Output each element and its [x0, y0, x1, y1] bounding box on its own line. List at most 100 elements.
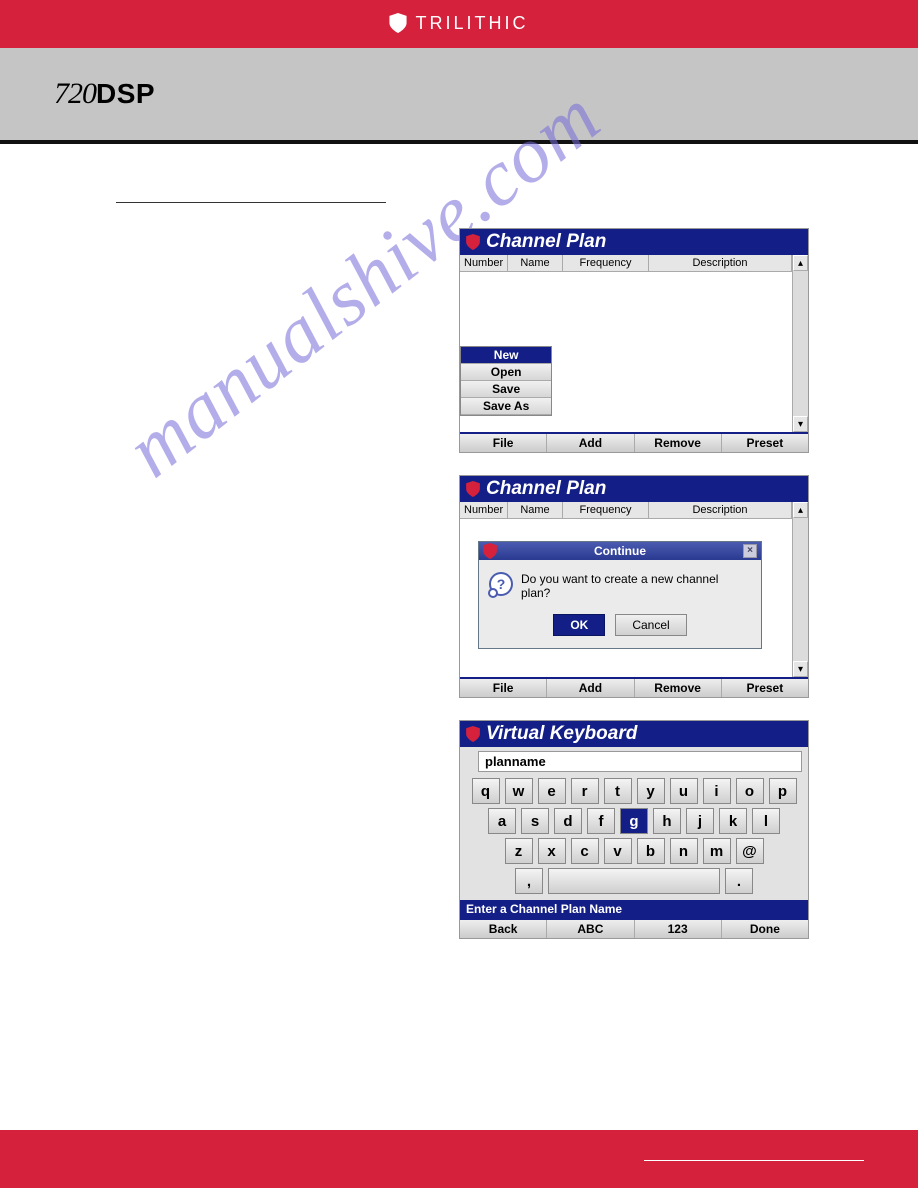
window-title: Channel Plan: [486, 478, 606, 500]
key-d[interactable]: d: [554, 808, 582, 834]
file-menu-popup: New Open Save Save As: [460, 346, 552, 416]
scroll-up-icon[interactable]: ▴: [793, 255, 808, 271]
key-f[interactable]: f: [587, 808, 615, 834]
model-number: 720: [54, 77, 96, 111]
key-n[interactable]: n: [670, 838, 698, 864]
screenshot-channel-plan-menu: Channel Plan Number Name Frequency Descr…: [459, 228, 809, 453]
scroll-down-icon[interactable]: ▾: [793, 416, 808, 432]
key-e[interactable]: e: [538, 778, 566, 804]
cancel-button[interactable]: Cancel: [615, 614, 686, 636]
scroll-up-icon[interactable]: ▴: [793, 502, 808, 518]
table-header-row: Number Name Frequency Description: [460, 255, 792, 272]
col-number[interactable]: Number: [460, 255, 508, 271]
key-l[interactable]: l: [752, 808, 780, 834]
window-title: Virtual Keyboard: [486, 723, 637, 745]
screenshot-channel-plan-dialog: Channel Plan Number Name Frequency Descr…: [459, 475, 809, 698]
shield-icon: [466, 726, 480, 742]
scroll-down-icon[interactable]: ▾: [793, 661, 808, 677]
window-title: Channel Plan: [486, 231, 606, 253]
menu-item-new[interactable]: New: [461, 347, 551, 364]
key-@[interactable]: @: [736, 838, 764, 864]
key-i[interactable]: i: [703, 778, 731, 804]
key-period[interactable]: .: [725, 868, 753, 894]
key-z[interactable]: z: [505, 838, 533, 864]
key-b[interactable]: b: [637, 838, 665, 864]
text-input[interactable]: planname: [478, 751, 802, 772]
ok-button[interactable]: OK: [553, 614, 605, 636]
section-underline: [116, 202, 386, 203]
col-frequency[interactable]: Frequency: [563, 255, 649, 271]
key-comma[interactable]: ,: [515, 868, 543, 894]
model-suffix: DSP: [96, 78, 155, 110]
bottom-toolbar: File Add Remove Preset: [460, 677, 808, 697]
toolbar-remove[interactable]: Remove: [635, 679, 722, 697]
close-icon[interactable]: ×: [743, 544, 757, 558]
col-number[interactable]: Number: [460, 502, 508, 518]
key-h[interactable]: h: [653, 808, 681, 834]
menu-item-open[interactable]: Open: [461, 364, 551, 381]
confirm-dialog: Continue × ? Do you want to create a new…: [478, 541, 762, 649]
toolbar-preset[interactable]: Preset: [722, 434, 808, 452]
footer-divider: [644, 1160, 864, 1161]
bottom-toolbar: File Add Remove Preset: [460, 432, 808, 452]
table-body: Continue × ? Do you want to create a new…: [460, 519, 792, 677]
key-v[interactable]: v: [604, 838, 632, 864]
model-header: 720DSP: [0, 46, 918, 144]
question-icon: ?: [489, 572, 513, 596]
vertical-scrollbar[interactable]: ▴ ▾: [792, 502, 808, 677]
toolbar-back[interactable]: Back: [460, 920, 547, 938]
table-body: New Open Save Save As: [460, 272, 792, 432]
shield-icon: [389, 13, 407, 33]
shield-icon: [466, 481, 480, 497]
toolbar-file[interactable]: File: [460, 434, 547, 452]
col-description[interactable]: Description: [649, 255, 792, 271]
key-g[interactable]: g: [620, 808, 648, 834]
key-s[interactable]: s: [521, 808, 549, 834]
window-title-bar: Virtual Keyboard: [460, 721, 808, 747]
toolbar-file[interactable]: File: [460, 679, 547, 697]
col-name[interactable]: Name: [508, 502, 563, 518]
menu-item-save[interactable]: Save: [461, 381, 551, 398]
key-k[interactable]: k: [719, 808, 747, 834]
dialog-title: Continue: [594, 544, 646, 558]
key-x[interactable]: x: [538, 838, 566, 864]
page-footer: [0, 1130, 918, 1188]
dialog-message: Do you want to create a new channel plan…: [521, 572, 751, 600]
toolbar-done[interactable]: Done: [722, 920, 808, 938]
vertical-scrollbar[interactable]: ▴ ▾: [792, 255, 808, 432]
table-header-row: Number Name Frequency Description: [460, 502, 792, 519]
key-t[interactable]: t: [604, 778, 632, 804]
key-m[interactable]: m: [703, 838, 731, 864]
toolbar-123[interactable]: 123: [635, 920, 722, 938]
key-r[interactable]: r: [571, 778, 599, 804]
key-j[interactable]: j: [686, 808, 714, 834]
toolbar-remove[interactable]: Remove: [635, 434, 722, 452]
dialog-title-bar: Continue ×: [479, 542, 761, 560]
key-y[interactable]: y: [637, 778, 665, 804]
col-description[interactable]: Description: [649, 502, 792, 518]
keyboard-prompt: Enter a Channel Plan Name: [460, 900, 808, 918]
key-q[interactable]: q: [472, 778, 500, 804]
key-w[interactable]: w: [505, 778, 533, 804]
bottom-toolbar: Back ABC 123 Done: [460, 918, 808, 938]
screenshot-virtual-keyboard: Virtual Keyboard planname qwertyuiop asd…: [459, 720, 809, 939]
shield-icon: [483, 543, 497, 559]
key-a[interactable]: a: [488, 808, 516, 834]
toolbar-add[interactable]: Add: [547, 434, 634, 452]
key-p[interactable]: p: [769, 778, 797, 804]
key-o[interactable]: o: [736, 778, 764, 804]
brand-name: TRILITHIC: [415, 13, 528, 34]
window-title-bar: Channel Plan: [460, 229, 808, 255]
shield-icon: [466, 234, 480, 250]
toolbar-preset[interactable]: Preset: [722, 679, 808, 697]
key-space[interactable]: [548, 868, 720, 894]
brand-banner: TRILITHIC: [0, 0, 918, 46]
window-title-bar: Channel Plan: [460, 476, 808, 502]
key-c[interactable]: c: [571, 838, 599, 864]
col-frequency[interactable]: Frequency: [563, 502, 649, 518]
col-name[interactable]: Name: [508, 255, 563, 271]
toolbar-add[interactable]: Add: [547, 679, 634, 697]
key-u[interactable]: u: [670, 778, 698, 804]
toolbar-abc[interactable]: ABC: [547, 920, 634, 938]
menu-item-saveas[interactable]: Save As: [461, 398, 551, 415]
